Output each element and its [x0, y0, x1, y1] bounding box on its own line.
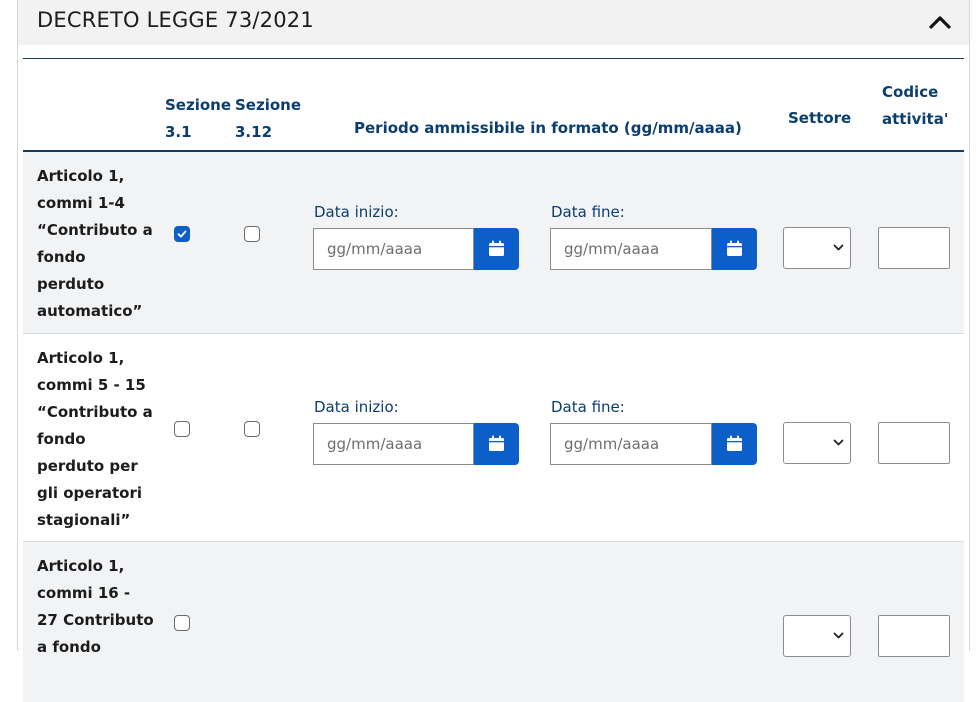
row-label-line: commi 16 - [37, 584, 131, 602]
header-settore: Settore [788, 109, 852, 127]
end-date-calendar-button[interactable] [712, 228, 757, 270]
row-label-line: commi 1-4 [37, 194, 125, 212]
header-periodo: Periodo ammissibile in formato (gg/mm/aa… [354, 119, 742, 137]
codice-attivita-input[interactable] [878, 422, 950, 464]
row-label: Articolo 1, commi 1-4 “Contributo a fond… [37, 163, 155, 325]
sezione-3-12-checkbox[interactable] [244, 226, 260, 242]
row-label-line: “Contributo a [37, 403, 153, 421]
header-sezione-3-12-line2: 3.12 [235, 123, 273, 141]
chevron-down-icon [833, 632, 844, 639]
table-row: Articolo 1, commi 1-4 “Contributo a fond… [23, 152, 964, 334]
row-label-line: Articolo 1, [37, 167, 125, 185]
collapse-button[interactable] [925, 8, 955, 36]
table-row: Articolo 1, commi 16 - 27 Contributo a f… [23, 542, 964, 702]
codice-attivita-input[interactable] [878, 227, 950, 269]
settore-select[interactable] [783, 422, 851, 464]
header-codice-line2: attivita' [882, 110, 949, 128]
table-header: Sezione 3.1 Sezione 3.12 Periodo ammissi… [23, 59, 964, 152]
row-label-line: fondo [37, 248, 86, 266]
header-sezione-3-1-line1: Sezione [165, 96, 232, 114]
row-label-line: a fondo [37, 638, 101, 656]
row-label-line: perduto [37, 275, 105, 293]
header-sezione-3-1-line2: 3.1 [165, 123, 192, 141]
start-date-calendar-button[interactable] [474, 423, 519, 465]
chevron-down-icon [833, 244, 844, 251]
header-codice: Codice attivita' [882, 79, 948, 133]
start-date-calendar-button[interactable] [474, 228, 519, 270]
sezione-3-1-checkbox[interactable] [174, 421, 190, 437]
end-date-calendar-button[interactable] [712, 423, 757, 465]
row-label-line: stagionali” [37, 511, 131, 529]
contributi-table: Sezione 3.1 Sezione 3.12 Periodo ammissi… [23, 58, 964, 702]
calendar-icon [489, 435, 504, 451]
row-label-line: gli operatori [37, 484, 142, 502]
start-date-label: Data inizio: [314, 203, 399, 221]
header-sezione-3-12: Sezione 3.12 [235, 92, 301, 146]
checkmark-icon [177, 230, 187, 238]
end-date-input[interactable] [550, 228, 712, 270]
row-label-line: Articolo 1, [37, 349, 125, 367]
row-label: Articolo 1, commi 16 - 27 Contributo a f… [37, 553, 155, 661]
header-sezione-3-1: Sezione 3.1 [165, 92, 231, 146]
chevron-up-icon [929, 16, 951, 29]
panel-header[interactable]: DECRETO LEGGE 73/2021 [18, 0, 969, 45]
row-label-line: “Contributo a [37, 221, 153, 239]
row-label-line: perduto per [37, 457, 138, 475]
start-date-label: Data inizio: [314, 398, 399, 416]
sezione-3-1-checkbox[interactable] [174, 226, 190, 242]
sezione-3-12-checkbox[interactable] [244, 421, 260, 437]
decreto-panel: DECRETO LEGGE 73/2021 Sezione 3.1 Sezion… [17, 0, 970, 702]
end-date-label: Data fine: [551, 398, 625, 416]
calendar-icon [489, 240, 504, 256]
start-date-input[interactable] [313, 423, 474, 465]
row-label-line: Articolo 1, [37, 557, 125, 575]
table-row: Articolo 1, commi 5 - 15 “Contributo a f… [23, 334, 964, 542]
chevron-down-icon [833, 439, 844, 446]
sezione-3-1-checkbox[interactable] [174, 615, 190, 631]
row-label-line: commi 5 - 15 [37, 376, 146, 394]
header-codice-line1: Codice [882, 83, 939, 101]
start-date-input[interactable] [313, 228, 474, 270]
row-label-line: 27 Contributo [37, 611, 154, 629]
header-sezione-3-12-line1: Sezione [235, 96, 302, 114]
row-label-line: fondo [37, 430, 86, 448]
panel-title: DECRETO LEGGE 73/2021 [37, 8, 314, 32]
row-label-line: automatico” [37, 302, 143, 320]
end-date-input[interactable] [550, 423, 712, 465]
end-date-label: Data fine: [551, 203, 625, 221]
calendar-icon [727, 240, 742, 256]
row-label: Articolo 1, commi 5 - 15 “Contributo a f… [37, 345, 155, 534]
calendar-icon [727, 435, 742, 451]
settore-select[interactable] [783, 227, 851, 269]
